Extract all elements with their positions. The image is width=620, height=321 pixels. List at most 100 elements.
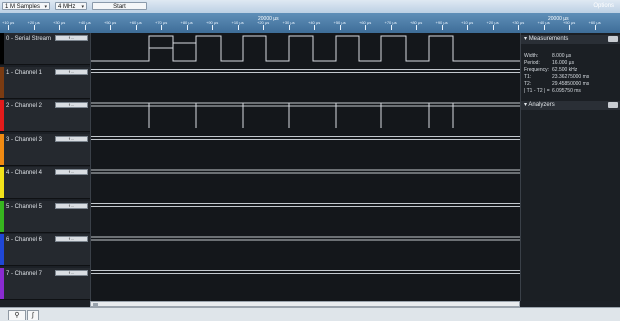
waveform-view[interactable] [90, 33, 521, 301]
channel-label: 3 - Channel 3 [6, 136, 43, 143]
ruler-tick-label: +10 µs [461, 20, 474, 25]
ruler-tick-label: +80 µs [180, 20, 193, 25]
channel-color-bar [0, 133, 4, 165]
channel-row[interactable]: 4 - Channel 4 f ... [0, 167, 90, 199]
channel-color-bar [0, 33, 4, 64]
channel-trigger-control[interactable]: f ... [55, 68, 88, 75]
samples-value: 1 M Samples [5, 4, 41, 10]
measurement-label: Period: [524, 60, 540, 66]
ruler-tick [594, 25, 596, 30]
ruler-tick [543, 25, 545, 30]
channel-color-bar [0, 267, 4, 299]
start-button[interactable]: Start [92, 2, 147, 10]
measurement-row: T2: 29.45850000 ms [524, 81, 589, 87]
channel-trigger-control[interactable]: f ... [55, 202, 88, 209]
channel-list: 0 - Serial Stream f ... 1 - Channel 1f ...… [0, 33, 90, 301]
measurement-value: 16.000 µs [552, 60, 575, 66]
ruler-tick [416, 25, 417, 30]
channel-row[interactable]: 0 - Serial Stream f ... [0, 33, 90, 65]
channel-trigger-control[interactable]: f ... [55, 269, 88, 276]
ruler-tick [288, 25, 290, 30]
analyzers-header[interactable]: ▾ Analyzers [521, 101, 620, 110]
ruler-tick-label: +80 µs [410, 20, 423, 25]
scrollbar-thumb[interactable] [93, 303, 98, 306]
ruler-tick [365, 25, 366, 30]
channel-label: 1 - Channel 1 [6, 69, 43, 76]
waveform-canvas [91, 35, 521, 274]
ruler-tick [8, 25, 9, 30]
ruler-tick-label: +50 µs [333, 20, 346, 25]
ruler-tick-label: +70 µs [384, 20, 397, 25]
measurement-value: 23.36275000 ms [552, 74, 590, 80]
channel-row[interactable]: 3 - Channel 3 f ... [0, 133, 90, 166]
channel-label: 5 - Channel 5 [6, 203, 43, 210]
measurement-row: Frequency: 62.500 kHz [524, 67, 577, 73]
ruler-tick-label: +40 µs [78, 20, 91, 25]
ruler-tick [263, 25, 264, 30]
search-tab[interactable]: ⚲ [8, 310, 26, 320]
channel-row[interactable]: 6 - Channel 6 f ... [0, 234, 90, 266]
sample-rate-dropdown[interactable]: 4 MHz ▾ [55, 2, 87, 10]
channel-row[interactable]: 7 - Channel 7 f ... [0, 267, 90, 300]
channel-label: 0 - Serial Stream [6, 36, 52, 42]
side-panel: ▾ Measurements Width: 8.000 µs Period: 16.0… [520, 33, 620, 301]
ruler-tick-label: +90 µs [435, 20, 448, 25]
channel-row[interactable]: 1 - Channel 1 f ... [0, 66, 90, 99]
ruler-tick [84, 25, 86, 30]
ruler-tick [339, 25, 341, 30]
ruler-tick-label: +20 µs [486, 20, 499, 25]
pulse-icon: ∫ [32, 312, 34, 319]
chevron-down-icon: ▾ [81, 4, 84, 10]
ruler-tick-label: +10 µs [2, 20, 15, 25]
sample-rate-value: 4 MHz [58, 4, 76, 10]
ruler-tick-label: +30 µs [512, 20, 525, 25]
measurement-label: | T1 - T2 | = [524, 88, 550, 94]
channel-color-bar [0, 234, 4, 265]
time-ruler[interactable]: 20000 µs 20000 µs +10 µs +20 µs +30 µs +40 … [0, 13, 620, 33]
measurements-header[interactable]: ▾ Measurements [521, 35, 620, 44]
measurement-row: T1: 23.36275000 ms [524, 74, 589, 80]
channel-label: 7 - Channel 7 [6, 270, 43, 277]
samples-dropdown[interactable]: 1 M Samples ▾ [2, 2, 50, 10]
channel-label: 4 - Channel 4 [6, 170, 43, 176]
options-menu[interactable]: Options [593, 3, 614, 9]
channel-label: 6 - Channel 6 [6, 237, 43, 243]
ruler-tick-label: +70 µs [155, 20, 168, 25]
channel-color-bar [0, 100, 4, 131]
measurement-row: Width: 8.000 µs [524, 53, 571, 59]
pulse-tab[interactable]: ∫ [27, 310, 39, 320]
search-icon: ⚲ [14, 312, 20, 319]
channel-trigger-control[interactable]: f ... [55, 169, 88, 175]
analyzers-title: Analyzers [528, 102, 555, 108]
ruler-tick [110, 25, 111, 30]
channel-label: 2 - Channel 2 [6, 103, 43, 109]
measurement-value: 29.45850000 ms [552, 81, 590, 87]
ruler-tick-label: +50 µs [104, 20, 117, 25]
channel-color-bar [0, 200, 4, 232]
ruler-tick [161, 25, 162, 30]
measurement-row: Period: 16.000 µs [524, 60, 574, 66]
measurement-label: Width: [524, 53, 539, 59]
channel-trigger-control[interactable]: f ... [55, 236, 88, 242]
ruler-tick [237, 25, 239, 30]
channel-row[interactable]: 2 - Channel 2 f ... [0, 100, 90, 132]
measurement-value: 8.000 µs [552, 53, 572, 59]
ruler-tick [212, 25, 213, 30]
ruler-tick-label: +60 µs [359, 20, 372, 25]
measurements-settings-button[interactable] [608, 36, 618, 42]
ruler-tick [518, 25, 519, 30]
measurement-value: 62.500 kHz [552, 67, 578, 73]
channel-trigger-control[interactable]: f ... [55, 135, 88, 142]
ruler-tick [135, 25, 137, 30]
channel-color-bar [0, 167, 4, 198]
channel-row[interactable]: 5 - Channel 5 f ... [0, 200, 90, 233]
ruler-tick [569, 25, 570, 30]
ruler-tick-label: +40 µs [308, 20, 321, 25]
ruler-tick-label: +40 µs [537, 20, 550, 25]
channel-trigger-control[interactable]: f ... [55, 102, 88, 108]
ruler-tick-label: +60 µs [588, 20, 601, 25]
measurements-title: Measurements [528, 36, 569, 42]
analyzers-settings-button[interactable] [608, 102, 618, 108]
bottom-bar: ⚲ ∫ [0, 307, 620, 321]
channel-trigger-control[interactable]: f ... [55, 35, 88, 41]
